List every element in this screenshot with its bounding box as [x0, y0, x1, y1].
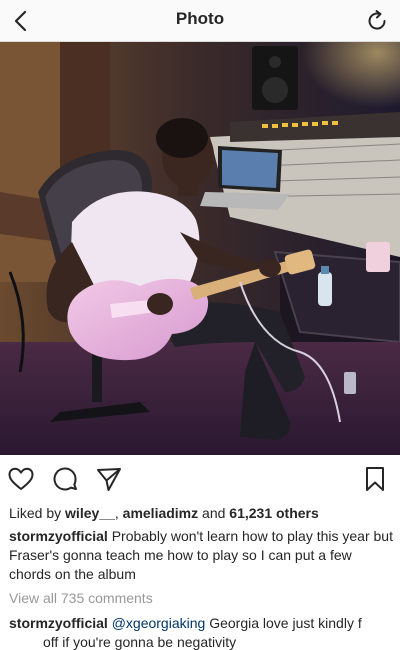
view-all-comments-link[interactable]: View all 735 comments — [9, 590, 153, 606]
post-caption: stormzyofficial Probably won't learn how… — [9, 527, 393, 584]
comment-mention[interactable]: @xgeorgiaking — [112, 615, 206, 631]
likes-count[interactable]: 61,231 others — [229, 505, 319, 521]
post-actions — [0, 458, 400, 498]
likes-prefix: Liked by — [9, 505, 66, 521]
liker-username[interactable]: wiley__ — [65, 505, 115, 521]
likes-separator: , — [114, 505, 123, 521]
comment-username[interactable]: stormzyofficial — [9, 615, 108, 631]
comment-icon[interactable] — [50, 464, 80, 494]
heart-icon[interactable] — [6, 464, 36, 494]
likes-middle: and — [198, 505, 230, 521]
refresh-icon[interactable] — [362, 6, 392, 36]
top-bar: Photo — [0, 0, 400, 42]
send-icon[interactable] — [94, 464, 124, 494]
liker-username[interactable]: ameliadimz — [123, 505, 198, 521]
comment-item: stormzyofficial @xgeorgiaking Georgia lo… — [9, 614, 393, 650]
likes-summary: Liked by wiley__, ameliadimz and 61,231 … — [9, 505, 319, 521]
post-photo[interactable] — [0, 42, 400, 455]
page-title: Photo — [175, 9, 225, 28]
bookmark-icon[interactable] — [360, 464, 390, 494]
comment-text-continued: off if you're gonna be negativity — [43, 634, 237, 650]
caption-username[interactable]: stormzyofficial — [9, 528, 108, 544]
comment-text: Georgia love just kindly f — [209, 615, 362, 631]
